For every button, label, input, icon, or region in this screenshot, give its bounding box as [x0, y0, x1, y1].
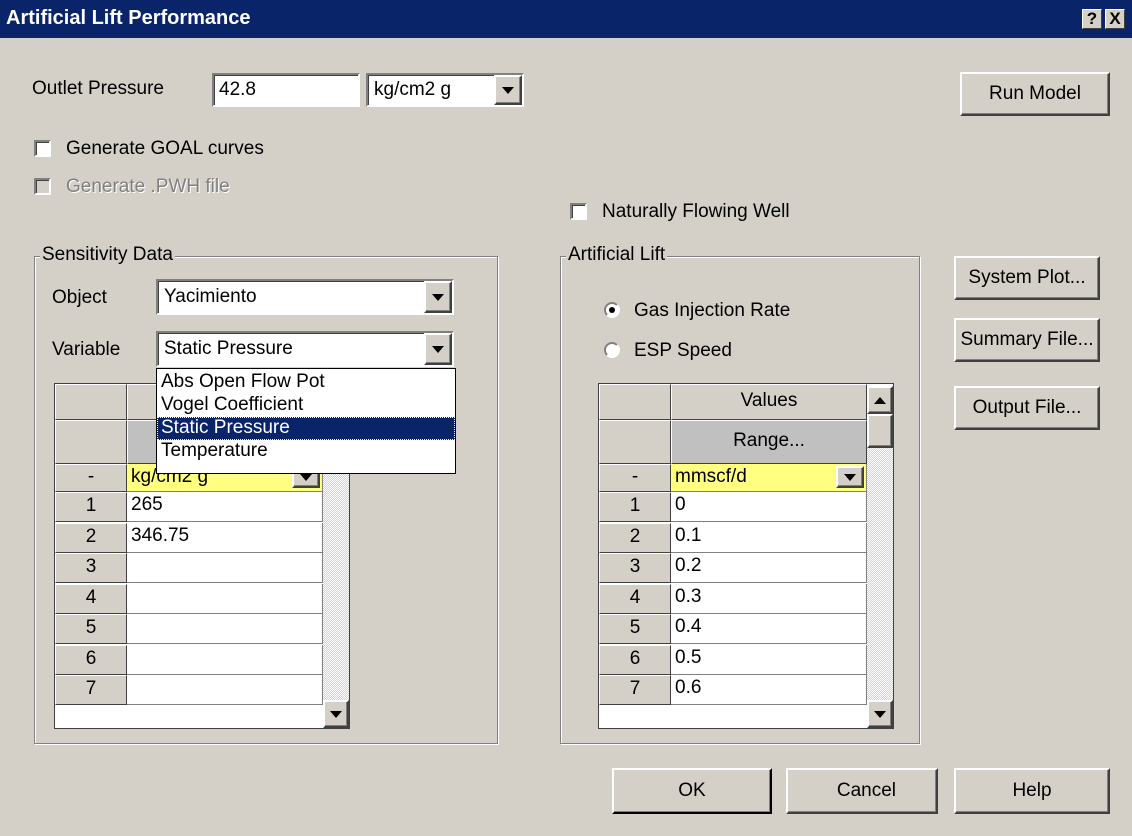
row-number: 6 — [599, 644, 671, 675]
table-cell[interactable] — [127, 583, 323, 614]
scroll-down-icon[interactable] — [867, 700, 893, 728]
naturally-flowing-checkbox[interactable] — [570, 203, 587, 220]
dropdown-option[interactable]: Abs Open Flow Pot — [157, 371, 455, 394]
scrollbar-thumb[interactable] — [867, 414, 893, 448]
row-number: 4 — [55, 583, 127, 614]
grid-corner-header — [55, 384, 127, 420]
outlet-pressure-label: Outlet Pressure — [32, 78, 164, 99]
table-cell[interactable] — [127, 614, 323, 644]
cancel-button[interactable]: Cancel — [786, 768, 938, 814]
table-cell[interactable] — [127, 553, 323, 583]
table-cell[interactable]: 0 — [671, 492, 867, 522]
gas-injection-label: Gas Injection Rate — [634, 300, 791, 321]
dropdown-options: Abs Open Flow Pot Vogel Coefficient Static… — [157, 371, 455, 463]
scroll-up-icon[interactable] — [867, 386, 893, 414]
table-cell[interactable] — [127, 644, 323, 675]
summary-file-button[interactable]: Summary File... — [954, 318, 1100, 362]
row-number: 4 — [599, 583, 671, 614]
unit-row-header: - — [55, 464, 127, 492]
variable-dropdown-list[interactable]: Abs Open Flow Pot Vogel Coefficient Static… — [156, 368, 456, 474]
lift-scrollbar-track[interactable] — [867, 448, 893, 700]
output-file-button[interactable]: Output File... — [954, 386, 1100, 430]
range-button[interactable]: Range... — [671, 420, 867, 464]
row-number: 2 — [55, 522, 127, 553]
table-cell[interactable]: 0.4 — [671, 614, 867, 644]
ok-button[interactable]: OK — [612, 768, 772, 814]
run-model-button[interactable]: Run Model — [960, 72, 1110, 116]
artificial-lift-grid: Values Range... - mmscf/d 1 0 2 0.1 3 0.2 4 0.3… — [598, 383, 894, 729]
generate-goal-label: Generate GOAL curves — [66, 138, 264, 159]
chevron-down-icon[interactable] — [494, 75, 522, 105]
esp-speed-label: ESP Speed — [634, 340, 732, 361]
row-number: 1 — [55, 492, 127, 522]
row-number: 6 — [55, 644, 127, 675]
table-cell[interactable] — [127, 675, 323, 705]
object-label: Object — [52, 287, 107, 308]
dropdown-option[interactable]: Vogel Coefficient — [157, 394, 455, 417]
generate-pwh-checkbox — [34, 178, 51, 195]
radio-selected-dot — [609, 307, 615, 313]
row-number: 5 — [599, 614, 671, 644]
system-plot-button[interactable]: System Plot... — [954, 256, 1100, 300]
row-number: 7 — [599, 675, 671, 705]
row-number: 3 — [599, 553, 671, 583]
dropdown-option[interactable]: Temperature — [157, 440, 455, 463]
chevron-down-icon[interactable] — [424, 333, 452, 365]
grid-corner-header — [599, 384, 671, 420]
table-cell[interactable]: 0.1 — [671, 522, 867, 553]
row-number: 7 — [55, 675, 127, 705]
row-number: 3 — [55, 553, 127, 583]
scroll-down-icon[interactable] — [323, 700, 349, 728]
naturally-flowing-label: Naturally Flowing Well — [602, 201, 790, 222]
grid-row-header — [599, 420, 671, 464]
chevron-down-icon[interactable] — [836, 466, 864, 488]
row-number: 1 — [599, 492, 671, 522]
table-cell[interactable]: 0.5 — [671, 644, 867, 675]
table-cell[interactable]: 0.6 — [671, 675, 867, 705]
esp-speed-radio[interactable] — [604, 342, 620, 358]
gas-injection-radio[interactable] — [604, 302, 620, 318]
row-number: 2 — [599, 522, 671, 553]
lift-unit-value: mmscf/d — [675, 466, 747, 487]
values-column-header[interactable]: Values — [671, 384, 867, 420]
grid-row-header — [55, 420, 127, 464]
artificial-lift-legend: Artificial Lift — [566, 244, 668, 265]
variable-value: Static Pressure — [164, 338, 293, 359]
window-title: Artificial Lift Performance — [6, 7, 251, 29]
object-select[interactable]: Yacimiento — [156, 279, 454, 315]
close-button[interactable]: X — [1105, 9, 1125, 29]
object-value: Yacimiento — [164, 286, 257, 307]
outlet-unit-value: kg/cm2 g — [374, 79, 452, 100]
context-help-button[interactable]: ? — [1082, 9, 1102, 29]
unit-row-header: - — [599, 464, 671, 492]
table-cell[interactable]: 0.2 — [671, 553, 867, 583]
dropdown-option[interactable]: Static Pressure — [157, 417, 455, 440]
variable-select[interactable]: Static Pressure — [156, 331, 454, 367]
variable-label: Variable — [52, 339, 121, 360]
generate-goal-checkbox[interactable] — [34, 140, 51, 157]
table-cell[interactable]: 265 — [127, 492, 323, 522]
chevron-down-icon[interactable] — [424, 281, 452, 313]
help-button[interactable]: Help — [954, 768, 1110, 814]
table-cell[interactable]: 346.75 — [127, 522, 323, 553]
sensitivity-data-legend: Sensitivity Data — [40, 244, 175, 265]
lift-unit-cell[interactable]: mmscf/d — [671, 464, 867, 492]
outlet-unit-select[interactable]: kg/cm2 g — [366, 73, 524, 107]
outlet-pressure-input[interactable]: 42.8 — [212, 73, 360, 107]
row-number: 5 — [55, 614, 127, 644]
generate-pwh-label: Generate .PWH file — [66, 176, 230, 197]
table-cell[interactable]: 0.3 — [671, 583, 867, 614]
